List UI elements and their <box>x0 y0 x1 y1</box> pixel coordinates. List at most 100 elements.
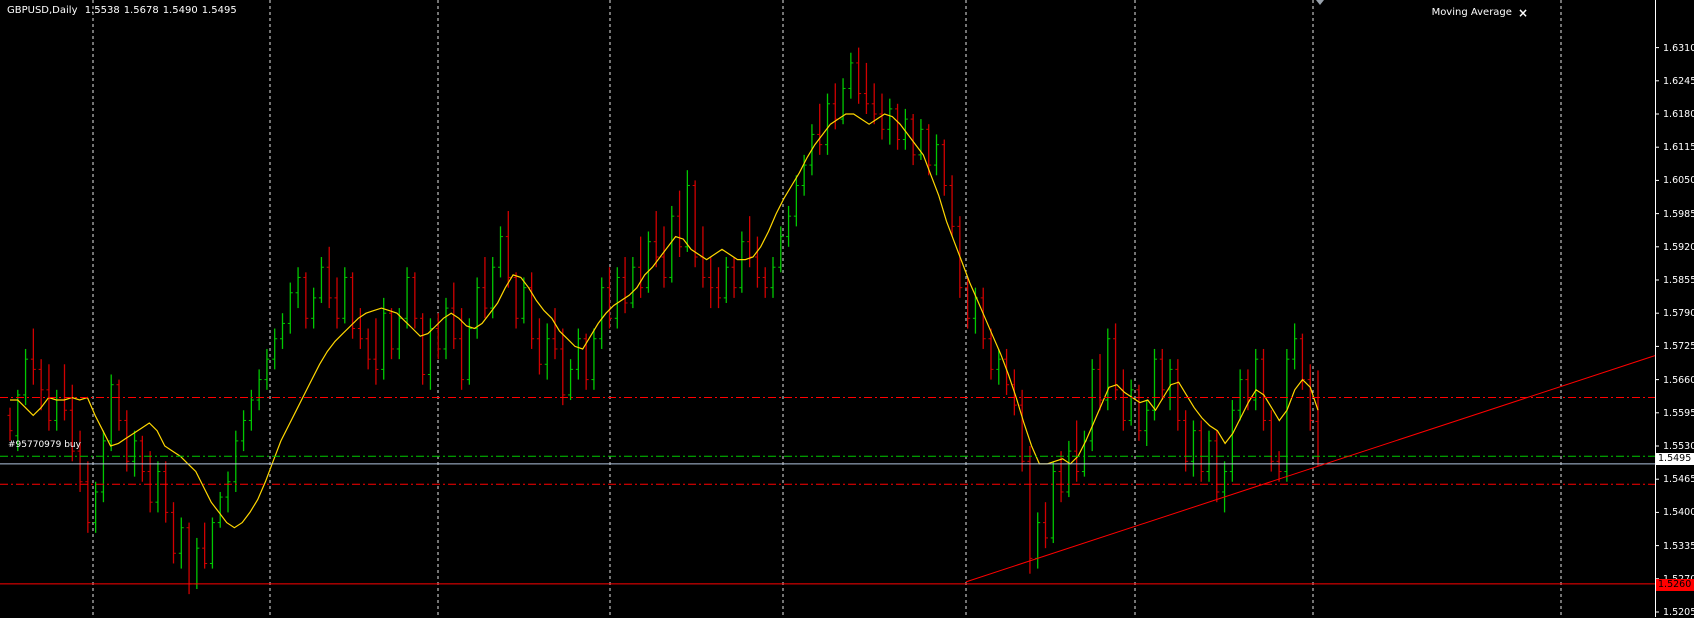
price-bar <box>716 267 721 309</box>
price-bar <box>684 170 690 252</box>
price-bar <box>1144 400 1150 446</box>
price-bar <box>739 231 745 293</box>
price-bar <box>1198 420 1204 482</box>
price-bar <box>1284 348 1290 482</box>
axis-tick-label: 1.5205 <box>1663 607 1694 618</box>
price-bar <box>171 502 176 564</box>
high-value: 1.5678 <box>123 5 159 16</box>
shift-marker-icon[interactable] <box>1316 0 1324 5</box>
price-bar <box>389 308 394 360</box>
price-bar <box>1261 348 1266 431</box>
axis-tick-label: 1.6180 <box>1663 109 1694 120</box>
price-bar <box>420 313 426 385</box>
price-bar <box>653 211 659 268</box>
price-bar <box>871 83 877 125</box>
price-bar <box>381 297 387 380</box>
price-bar <box>552 308 558 360</box>
price-bar <box>209 517 215 569</box>
price-bar <box>708 257 714 309</box>
price-bar <box>1214 430 1220 503</box>
price-bar <box>256 369 262 411</box>
price-bar <box>677 190 683 258</box>
price-bar <box>100 430 106 503</box>
order-label[interactable]: #95770979 buy <box>8 440 81 451</box>
price-bar <box>93 481 99 533</box>
price-bar <box>1315 370 1321 467</box>
price-bar <box>482 257 488 319</box>
price-bar <box>124 410 130 472</box>
price-bar <box>863 62 869 114</box>
price-bar <box>443 297 449 360</box>
chart-canvas[interactable] <box>0 0 1694 617</box>
price-bar <box>435 313 441 360</box>
indicator-name: Moving Average <box>1431 7 1512 18</box>
price-bar <box>186 522 192 595</box>
price-bar <box>1276 451 1282 482</box>
price-bar <box>793 175 799 227</box>
price-bar <box>591 328 597 390</box>
price-bar <box>599 277 605 349</box>
price-bar <box>1229 400 1235 482</box>
price-bar <box>1292 323 1298 370</box>
price-bar <box>934 134 939 176</box>
axis-tick-label: 1.6310 <box>1663 42 1694 54</box>
price-bar <box>529 272 535 349</box>
price-bar <box>1175 359 1181 431</box>
price-bar <box>326 246 332 309</box>
price-bar <box>498 226 503 278</box>
close-icon[interactable]: × <box>1518 6 1528 20</box>
price-bar <box>607 267 612 329</box>
price-bar <box>848 52 854 99</box>
price-bar <box>139 435 145 482</box>
price-bar <box>287 282 293 334</box>
price-bar <box>311 287 317 329</box>
price-bar <box>295 267 301 309</box>
price-bar <box>1136 384 1142 441</box>
axis-tick-label: 1.5790 <box>1663 308 1694 320</box>
symbol-label: GBPUSD,Daily <box>7 5 78 16</box>
axis-tick-label: 1.5465 <box>1663 474 1694 486</box>
price-bar <box>1035 512 1041 569</box>
price-bar <box>762 267 768 298</box>
price-bar <box>178 517 184 569</box>
price-bar <box>116 379 122 431</box>
price-bar <box>373 318 379 385</box>
axis-tick-label: 1.5855 <box>1663 275 1694 286</box>
indicator-label-box[interactable]: Moving Average × <box>1432 6 1528 20</box>
low-value: 1.5490 <box>162 5 198 16</box>
price-bar <box>1128 379 1134 426</box>
price-bar <box>412 272 418 329</box>
price-bar <box>505 211 511 288</box>
price-bar <box>1159 348 1165 401</box>
price-bar <box>155 461 161 513</box>
price-bar <box>1268 410 1274 472</box>
price-bar <box>949 175 955 237</box>
price-bar <box>895 103 901 150</box>
price-bar <box>1081 430 1087 477</box>
price-bar <box>1004 348 1010 395</box>
price-bar <box>1097 354 1103 411</box>
price-bar <box>85 461 91 533</box>
price-bar <box>357 308 363 349</box>
price-bar <box>575 328 581 380</box>
price-bar <box>264 348 270 390</box>
price-bar <box>941 139 947 196</box>
price-bar <box>1050 461 1056 544</box>
axis-tick-label: 1.5660 <box>1663 374 1694 386</box>
price-bar <box>108 374 114 452</box>
axis-tick-label: 1.6245 <box>1663 75 1694 87</box>
price-bar <box>622 257 628 314</box>
price-bar <box>1074 420 1080 482</box>
price-bar <box>1019 389 1025 472</box>
price-bar <box>583 333 589 390</box>
price-bar <box>661 226 667 288</box>
price-bar <box>1113 323 1119 401</box>
price-bar <box>225 471 231 513</box>
chart-window[interactable]: GBPUSD,Daily 1.5538 1.5678 1.5490 1.5495 Mo… <box>0 0 1694 618</box>
price-bar <box>365 328 371 370</box>
price-bar <box>614 267 620 329</box>
price-bar <box>1043 502 1048 549</box>
price-bar <box>303 272 309 329</box>
price-bar <box>163 461 169 523</box>
axis-tick-label: 1.5920 <box>1663 241 1694 253</box>
